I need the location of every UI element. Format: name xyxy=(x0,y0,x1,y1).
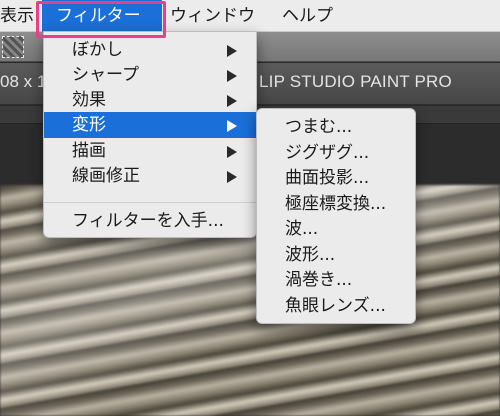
filter-menu: ぼかし シャープ 効果 変形 描画 線画修正 フィルターを入手... xyxy=(43,31,257,238)
transform-submenu: つまむ... ジグザグ... 曲面投影... 極座標変換... 波... 波形.… xyxy=(256,108,416,324)
submenu-arrow-icon xyxy=(227,120,237,132)
menu-item-label: シャープ xyxy=(72,65,139,85)
submenu-item-ripple[interactable]: 波形... xyxy=(257,242,415,268)
menu-item-blur[interactable]: ぼかし xyxy=(44,37,256,63)
menu-item-label: 変形 xyxy=(72,115,106,135)
submenu-arrow-icon xyxy=(227,146,237,158)
menu-item-label: 効果 xyxy=(72,90,106,110)
menu-item-label: 描画 xyxy=(72,141,106,161)
submenu-item-twirl[interactable]: 渦巻き... xyxy=(257,267,415,293)
menu-item-effect[interactable]: 効果 xyxy=(44,87,256,113)
submenu-item-label: つまむ... xyxy=(285,117,353,137)
menu-window[interactable]: ウィンドウ xyxy=(170,0,266,32)
menu-item-label: フィルターを入手... xyxy=(72,211,224,231)
menu-item-get-filters[interactable]: フィルターを入手... xyxy=(44,208,256,234)
menu-separator xyxy=(44,202,256,203)
menu-item-line-correction[interactable]: 線画修正 xyxy=(44,163,256,189)
submenu-item-zigzag[interactable]: ジグザグ... xyxy=(257,140,415,166)
submenu-arrow-icon xyxy=(227,70,237,82)
submenu-item-surface-projection[interactable]: 曲面投影... xyxy=(257,165,415,191)
submenu-item-label: 渦巻き... xyxy=(285,270,353,290)
submenu-item-label: 波... xyxy=(285,219,319,239)
selection-tool-icon[interactable] xyxy=(2,36,24,58)
submenu-arrow-icon xyxy=(227,45,237,57)
document-size-label: 08 x 1 xyxy=(0,72,47,91)
highlight-annotation xyxy=(36,1,166,38)
submenu-arrow-icon xyxy=(227,171,237,183)
submenu-item-label: 魚眼レンズ... xyxy=(285,296,386,316)
submenu-item-label: 曲面投影... xyxy=(285,168,370,188)
submenu-item-fisheye-lens[interactable]: 魚眼レンズ... xyxy=(257,293,415,319)
submenu-arrow-icon xyxy=(227,95,237,107)
submenu-item-label: 極座標変換... xyxy=(285,194,387,214)
menu-item-render[interactable]: 描画 xyxy=(44,138,256,164)
menu-item-label: ぼかし xyxy=(72,40,123,60)
submenu-item-polar-coordinates[interactable]: 極座標変換... xyxy=(257,191,415,217)
menu-view[interactable]: 表示 xyxy=(0,0,34,32)
submenu-item-label: 波形... xyxy=(285,245,336,265)
menu-item-sharpen[interactable]: シャープ xyxy=(44,62,256,88)
menu-item-label: 線画修正 xyxy=(72,166,140,186)
menu-item-transform[interactable]: 変形 xyxy=(44,112,256,138)
menu-help[interactable]: ヘルプ xyxy=(282,0,342,32)
app-title-label: LIP STUDIO PAINT PRO xyxy=(259,72,452,91)
submenu-item-wave[interactable]: 波... xyxy=(257,216,415,242)
submenu-item-pinch[interactable]: つまむ... xyxy=(257,114,415,140)
submenu-item-label: ジグザグ... xyxy=(285,143,370,163)
